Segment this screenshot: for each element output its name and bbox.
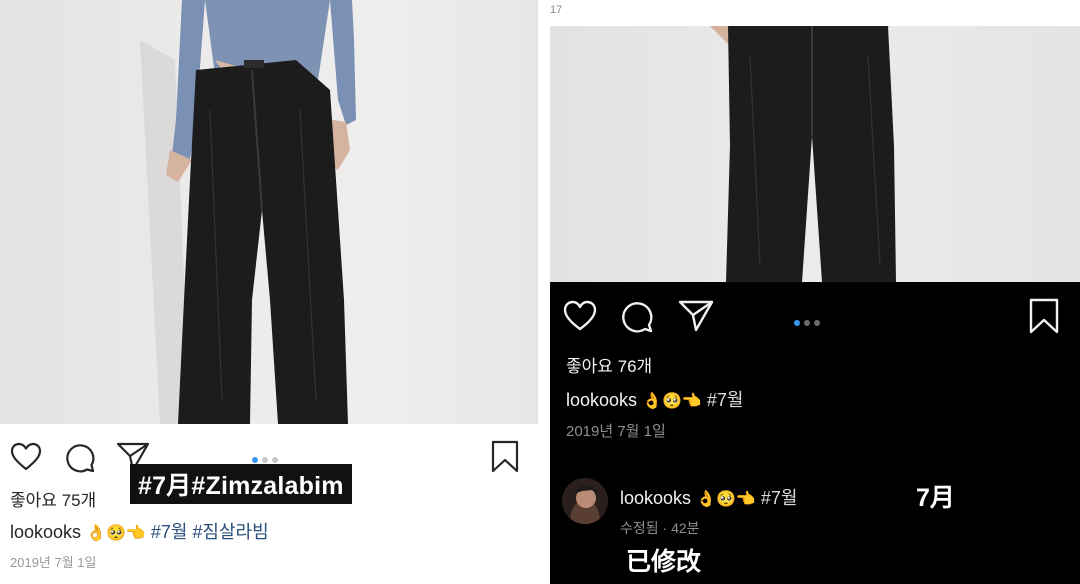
likes-count[interactable]: 좋아요 75개 bbox=[10, 486, 96, 511]
carousel-dot bbox=[262, 457, 268, 463]
comment-icon[interactable] bbox=[620, 300, 654, 334]
carousel-dot-active bbox=[252, 457, 258, 463]
carousel-dot-active bbox=[794, 320, 800, 326]
caption: lookooks 👌🥺👈 #7월 #짐살라빔 bbox=[10, 518, 269, 544]
carousel-dot bbox=[272, 457, 278, 463]
avatar[interactable] bbox=[562, 478, 608, 524]
post-photo[interactable] bbox=[550, 26, 1080, 282]
post-date: 2019년 7월 1일 bbox=[10, 555, 97, 570]
overlay-month-label: 7月 bbox=[916, 484, 955, 512]
comment-text: lookooks 👌🥺👈 #7월 bbox=[620, 484, 797, 510]
carousel-indicator bbox=[794, 313, 824, 331]
post-date: 2019년 7월 1일 bbox=[566, 423, 666, 440]
photo-frame-edge bbox=[538, 0, 546, 424]
share-icon[interactable] bbox=[678, 300, 714, 332]
caption: lookooks 👌🥺👈 #7월 bbox=[566, 386, 743, 412]
heart-icon[interactable] bbox=[563, 300, 597, 332]
carousel-dot bbox=[804, 320, 810, 326]
comment-username[interactable]: lookooks bbox=[620, 488, 691, 508]
model-figure bbox=[710, 26, 896, 282]
top-strip: 17 bbox=[550, 0, 1080, 26]
likes-count[interactable]: 좋아요 76개 bbox=[566, 352, 652, 377]
caption-hashtag[interactable]: #7월 bbox=[707, 390, 744, 410]
carousel-dot bbox=[814, 320, 820, 326]
caption-emojis: 👌🥺👈 bbox=[86, 525, 146, 542]
caption-username[interactable]: lookooks bbox=[10, 522, 81, 542]
caption-hashtags[interactable]: #7월 #짐살라빔 bbox=[151, 522, 269, 542]
comment-meta: 수정됨 · 42분 bbox=[620, 520, 700, 536]
right-post-panel: 17 좋아요 76개 lookooks 👌🥺👈 #7월 2019년 7월 1일 bbox=[550, 0, 1080, 584]
comment-emojis: 👌🥺👈 bbox=[696, 491, 756, 508]
heart-icon[interactable] bbox=[10, 442, 42, 472]
post-photo[interactable] bbox=[0, 0, 546, 424]
bookmark-icon[interactable] bbox=[490, 440, 520, 474]
comment-icon[interactable] bbox=[64, 442, 96, 474]
avatar-image bbox=[562, 478, 608, 524]
overlay-edited-label: 已修改 bbox=[626, 548, 702, 576]
caption-username[interactable]: lookooks bbox=[566, 390, 637, 410]
corner-text: 17 bbox=[550, 4, 563, 16]
bookmark-icon[interactable] bbox=[1028, 298, 1060, 336]
left-post-panel: #7月#Zimzalabim 좋아요 75개 lookooks 👌🥺👈 #7월 … bbox=[0, 0, 546, 584]
overlay-hashtag-label: #7月#Zimzalabim bbox=[130, 464, 352, 504]
model-figure bbox=[140, 0, 356, 424]
caption-emojis: 👌🥺👈 bbox=[642, 393, 702, 410]
comment-hashtag[interactable]: #7월 bbox=[761, 488, 798, 508]
